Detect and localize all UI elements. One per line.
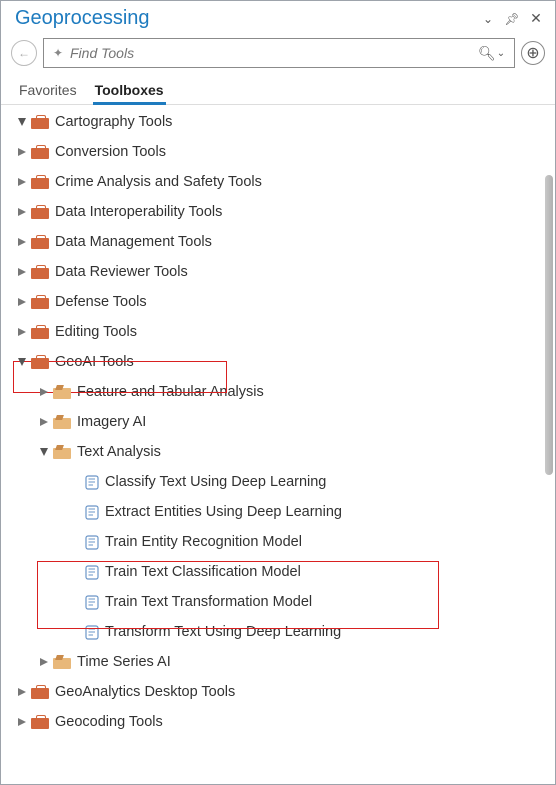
expand-icon[interactable] bbox=[37, 415, 51, 429]
toolbox-label: Conversion Tools bbox=[55, 144, 166, 160]
toolbox-icon bbox=[31, 715, 49, 729]
toolbox-reviewer[interactable]: Data Reviewer Tools bbox=[1, 257, 555, 287]
toolset-feature[interactable]: Feature and Tabular Analysis bbox=[1, 377, 555, 407]
expand-icon[interactable] bbox=[15, 115, 29, 129]
toolbox-interop[interactable]: Data Interoperability Tools bbox=[1, 197, 555, 227]
scrollbar[interactable] bbox=[545, 175, 553, 475]
panel-title: Geoprocessing bbox=[15, 7, 473, 30]
tool-label: Transform Text Using Deep Learning bbox=[105, 624, 341, 640]
expand-icon[interactable] bbox=[37, 655, 51, 669]
expand-icon[interactable] bbox=[15, 265, 29, 279]
toolbox-editing[interactable]: Editing Tools bbox=[1, 317, 555, 347]
script-icon bbox=[85, 505, 99, 520]
tool-train-transform[interactable]: Train Text Transformation Model bbox=[1, 587, 555, 617]
search-box[interactable]: ✦ 🔍︎ ⌄ bbox=[43, 38, 515, 68]
tool-label: Train Text Transformation Model bbox=[105, 594, 312, 610]
toolbox-icon bbox=[31, 295, 49, 309]
toolbox-label: Data Reviewer Tools bbox=[55, 264, 188, 280]
chevron-down-icon[interactable]: ⌄ bbox=[494, 48, 508, 59]
toolbox-icon bbox=[31, 265, 49, 279]
script-icon bbox=[85, 535, 99, 550]
tool-label: Train Entity Recognition Model bbox=[105, 534, 302, 550]
tool-label: Classify Text Using Deep Learning bbox=[105, 474, 326, 490]
expand-icon[interactable] bbox=[15, 325, 29, 339]
tool-train-entity[interactable]: Train Entity Recognition Model bbox=[1, 527, 555, 557]
expand-icon[interactable] bbox=[15, 355, 29, 369]
toolbox-icon bbox=[31, 235, 49, 249]
toolbox-icon bbox=[31, 145, 49, 159]
script-icon bbox=[85, 595, 99, 610]
toolbox-label: Data Management Tools bbox=[55, 234, 212, 250]
toolbox-defense[interactable]: Defense Tools bbox=[1, 287, 555, 317]
expand-icon[interactable] bbox=[15, 715, 29, 729]
pin-icon[interactable]: 📌︎ bbox=[503, 12, 521, 26]
expand-icon[interactable] bbox=[15, 295, 29, 309]
tool-classify-text[interactable]: Classify Text Using Deep Learning bbox=[1, 467, 555, 497]
toolset-icon bbox=[53, 385, 71, 399]
toolbox-cartography[interactable]: Cartography Tools bbox=[1, 107, 555, 137]
expand-icon[interactable] bbox=[37, 385, 51, 399]
sparkle-icon: ✦ bbox=[50, 46, 66, 60]
tool-extract-entities[interactable]: Extract Entities Using Deep Learning bbox=[1, 497, 555, 527]
expand-icon[interactable] bbox=[15, 205, 29, 219]
toolset-label: Feature and Tabular Analysis bbox=[77, 384, 264, 400]
toolbox-geocoding[interactable]: Geocoding Tools bbox=[1, 707, 555, 737]
toolbox-label: Defense Tools bbox=[55, 294, 147, 310]
toolbox-icon bbox=[31, 175, 49, 189]
toolbox-label: Crime Analysis and Safety Tools bbox=[55, 174, 262, 190]
expand-icon[interactable] bbox=[15, 235, 29, 249]
toolbox-icon bbox=[31, 205, 49, 219]
toolbox-icon bbox=[31, 115, 49, 129]
search-icon[interactable]: 🔍︎ bbox=[478, 45, 494, 62]
toolbox-conversion[interactable]: Conversion Tools bbox=[1, 137, 555, 167]
expand-icon[interactable] bbox=[37, 445, 51, 459]
toolbox-icon bbox=[31, 325, 49, 339]
toolbox-icon bbox=[31, 355, 49, 369]
expand-icon[interactable] bbox=[15, 685, 29, 699]
tool-label: Extract Entities Using Deep Learning bbox=[105, 504, 342, 520]
tool-train-textclass[interactable]: Train Text Classification Model bbox=[1, 557, 555, 587]
toolset-text[interactable]: Text Analysis bbox=[1, 437, 555, 467]
expand-icon[interactable] bbox=[15, 145, 29, 159]
toolset-timeseries[interactable]: Time Series AI bbox=[1, 647, 555, 677]
toolbox-geoai[interactable]: GeoAI Tools bbox=[1, 347, 555, 377]
toolbox-crime[interactable]: Crime Analysis and Safety Tools bbox=[1, 167, 555, 197]
toolbox-label: Cartography Tools bbox=[55, 114, 172, 130]
toolset-icon bbox=[53, 415, 71, 429]
toolset-icon bbox=[53, 655, 71, 669]
toolbox-label: GeoAI Tools bbox=[55, 354, 134, 370]
toolset-label: Time Series AI bbox=[77, 654, 171, 670]
toolbox-label: Data Interoperability Tools bbox=[55, 204, 222, 220]
tool-transform-text[interactable]: Transform Text Using Deep Learning bbox=[1, 617, 555, 647]
script-icon bbox=[85, 625, 99, 640]
toolbox-geoanalytics[interactable]: GeoAnalytics Desktop Tools bbox=[1, 677, 555, 707]
tab-favorites[interactable]: Favorites bbox=[17, 78, 79, 104]
toolset-label: Text Analysis bbox=[77, 444, 161, 460]
back-button[interactable]: ← bbox=[11, 40, 37, 66]
toolbox-icon bbox=[31, 685, 49, 699]
toolbox-datamgmt[interactable]: Data Management Tools bbox=[1, 227, 555, 257]
script-icon bbox=[85, 475, 99, 490]
add-button[interactable]: ⊕ bbox=[521, 41, 545, 65]
toolset-imagery[interactable]: Imagery AI bbox=[1, 407, 555, 437]
search-input[interactable] bbox=[66, 45, 478, 61]
script-icon bbox=[85, 565, 99, 580]
toolbox-label: GeoAnalytics Desktop Tools bbox=[55, 684, 235, 700]
tab-toolboxes[interactable]: Toolboxes bbox=[93, 78, 166, 104]
toolbox-label: Geocoding Tools bbox=[55, 714, 163, 730]
toolset-label: Imagery AI bbox=[77, 414, 146, 430]
tool-label: Train Text Classification Model bbox=[105, 564, 301, 580]
dropdown-icon[interactable]: ⌄ bbox=[479, 12, 497, 26]
toolset-icon bbox=[53, 445, 71, 459]
toolbox-label: Editing Tools bbox=[55, 324, 137, 340]
expand-icon[interactable] bbox=[15, 175, 29, 189]
close-icon[interactable]: ✕ bbox=[527, 10, 545, 27]
